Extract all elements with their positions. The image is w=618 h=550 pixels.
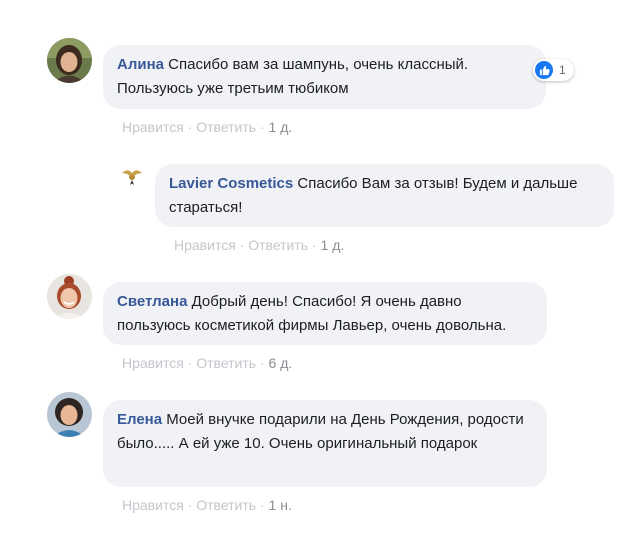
comment-bubble: Светлана Добрый день! Спасибо! Я очень д… — [103, 282, 547, 345]
comment-bubble: Алина Спасибо вам за шампунь, очень клас… — [103, 45, 546, 109]
comment-author[interactable]: Lavier Cosmetics — [169, 175, 293, 192]
avatar-lavier-cosmetics[interactable] — [119, 164, 145, 190]
separator-dot: · — [239, 237, 245, 253]
comment-actions: Нравится · Ответить · 1 д. — [174, 237, 344, 253]
reaction-count: 1 — [559, 63, 566, 77]
reply-link[interactable]: Ответить — [196, 119, 256, 135]
comment-actions: Нравится · Ответить · 1 н. — [122, 497, 292, 513]
like-icon — [535, 61, 553, 79]
reply-link[interactable]: Ответить — [196, 497, 256, 513]
avatar-elena[interactable] — [47, 392, 92, 437]
comment-author[interactable]: Светлана — [117, 293, 187, 310]
comment-actions: Нравится · Ответить · 1 д. — [122, 119, 292, 135]
separator-dot: · — [187, 497, 193, 513]
reply-bubble: Lavier Cosmetics Спасибо Вам за отзыв! Б… — [155, 164, 614, 227]
reply-link[interactable]: Ответить — [248, 237, 308, 253]
avatar-alina[interactable] — [47, 38, 92, 83]
comment-bubble: Елена Моей внучке подарили на День Рожде… — [103, 400, 547, 487]
like-link[interactable]: Нравится — [122, 497, 184, 513]
comment-author[interactable]: Алина — [117, 56, 164, 73]
timestamp[interactable]: 6 д. — [269, 355, 293, 371]
separator-dot: · — [187, 119, 193, 135]
separator-dot: · — [259, 119, 265, 135]
like-link[interactable]: Нравится — [122, 119, 184, 135]
like-link[interactable]: Нравится — [122, 355, 184, 371]
like-link[interactable]: Нравится — [174, 237, 236, 253]
avatar-svetlana[interactable] — [47, 274, 92, 319]
timestamp[interactable]: 1 н. — [269, 497, 292, 513]
reaction-badge[interactable]: 1 — [533, 59, 574, 81]
reply-link[interactable]: Ответить — [196, 355, 256, 371]
comment-actions: Нравится · Ответить · 6 д. — [122, 355, 292, 371]
comment-author[interactable]: Елена — [117, 411, 162, 428]
separator-dot: · — [311, 237, 317, 253]
timestamp[interactable]: 1 д. — [321, 237, 345, 253]
separator-dot: · — [259, 355, 265, 371]
lavier-logo-icon — [122, 170, 142, 185]
timestamp[interactable]: 1 д. — [269, 119, 293, 135]
comment-text: Спасибо вам за шампунь, очень классный. … — [117, 56, 469, 97]
separator-dot: · — [259, 497, 265, 513]
comment-text: Моей внучке подарили на День Рождения, р… — [117, 411, 524, 452]
separator-dot: · — [187, 355, 193, 371]
